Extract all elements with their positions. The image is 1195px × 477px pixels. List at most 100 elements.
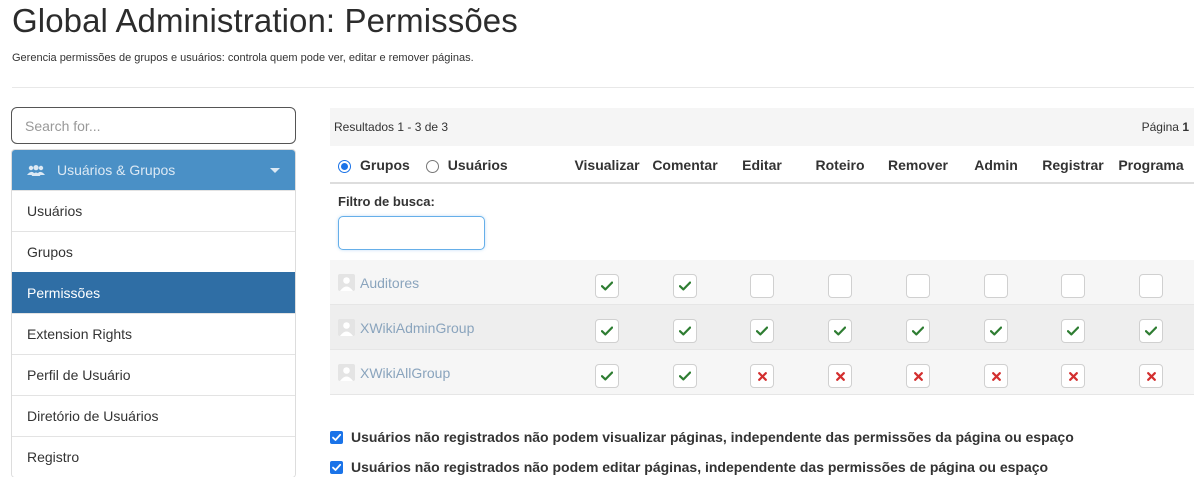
- right-toggle-programa[interactable]: [1139, 364, 1163, 388]
- cross-icon: [1146, 371, 1156, 381]
- right-toggle-editar[interactable]: [750, 319, 774, 343]
- group-name-text: Auditores: [360, 274, 420, 291]
- cross-icon: [835, 371, 845, 381]
- check-icon: [756, 326, 768, 336]
- group-name-text: XWikiAllGroup: [360, 364, 451, 381]
- right-toggle-roteiro[interactable]: [828, 364, 852, 388]
- table-row: XWikiAdminGroup: [330, 305, 1194, 350]
- right-toggle-admin[interactable]: [984, 274, 1008, 298]
- check-icon: [601, 371, 613, 381]
- right-toggle-registrar[interactable]: [1061, 274, 1085, 298]
- filter-input[interactable]: [338, 216, 485, 250]
- sidebar-item-grupos[interactable]: Grupos: [12, 231, 295, 272]
- radio-groups[interactable]: [338, 159, 351, 173]
- page-title: Global Administration: Permissões: [12, 2, 518, 39]
- table-row: XWikiAllGroup: [330, 350, 1194, 395]
- column-header: Visualizar: [574, 157, 640, 173]
- right-toggle-registrar[interactable]: [1061, 319, 1085, 343]
- pagination: Página 1: [1142, 120, 1189, 134]
- option-label: Usuários não registrados não podem edita…: [351, 459, 1049, 475]
- chevron-down-icon: [270, 168, 280, 173]
- check-icon: [834, 326, 846, 336]
- check-icon: [601, 281, 613, 291]
- sidebar-item-perfil-de-usu-rio[interactable]: Perfil de Usuário: [12, 354, 295, 395]
- group-name[interactable]: Auditores: [338, 274, 419, 291]
- filter-label: Filtro de busca:: [338, 194, 435, 209]
- right-toggle-remover[interactable]: [906, 274, 930, 298]
- right-toggle-visualizar[interactable]: [595, 319, 619, 343]
- global-options: Usuários não registrados não podem visua…: [330, 422, 1074, 477]
- option-label: Usuários não registrados não podem visua…: [351, 429, 1074, 445]
- menu-section-label: Usuários & Grupos: [57, 162, 176, 178]
- right-toggle-comentar[interactable]: [673, 319, 697, 343]
- column-header: Registrar: [1042, 157, 1104, 173]
- check-icon: [601, 326, 613, 336]
- right-toggle-comentar[interactable]: [673, 274, 697, 298]
- table-header: Grupos Usuários Visualizar Comentar Editar…: [330, 146, 1194, 184]
- sidebar-item-diret-rio-de-usu-rios[interactable]: Diretório de Usuários: [12, 395, 295, 436]
- page-number[interactable]: 1: [1182, 120, 1189, 134]
- check-icon: [990, 326, 1002, 336]
- menu-section-users-groups[interactable]: Usuários & Grupos: [12, 150, 295, 190]
- check-icon: [1067, 326, 1079, 336]
- column-header: Comentar: [652, 157, 718, 173]
- search-input[interactable]: [11, 107, 296, 144]
- right-toggle-programa[interactable]: [1139, 319, 1163, 343]
- group-name[interactable]: XWikiAdminGroup: [338, 319, 474, 336]
- radio-groups-label: Grupos: [360, 157, 410, 173]
- sidebar: Usuários & Grupos UsuáriosGruposPermissõ…: [11, 107, 296, 477]
- divider: [12, 87, 1194, 88]
- sidebar-item-extension-rights[interactable]: Extension Rights: [12, 313, 295, 354]
- right-toggle-editar[interactable]: [750, 364, 774, 388]
- column-header: Editar: [742, 157, 782, 173]
- right-toggle-remover[interactable]: [906, 319, 930, 343]
- check-icon: [1145, 326, 1157, 336]
- right-toggle-roteiro[interactable]: [828, 319, 852, 343]
- right-toggle-comentar[interactable]: [673, 364, 697, 388]
- group-avatar-icon: [338, 364, 355, 381]
- sidebar-item-permiss-es[interactable]: Permissões: [12, 272, 295, 313]
- radio-users[interactable]: [425, 159, 439, 173]
- admin-menu: Usuários & Grupos Usuários Grupos Permissõ…: [11, 149, 296, 477]
- column-header: Programa: [1118, 157, 1184, 173]
- results-count: Resultados 1 - 3 de 3: [334, 120, 449, 134]
- option-checkbox[interactable]: [330, 430, 343, 444]
- group-name[interactable]: XWikiAllGroup: [338, 364, 450, 381]
- right-toggle-remover[interactable]: [906, 364, 930, 388]
- right-toggle-visualizar[interactable]: [595, 274, 619, 298]
- right-toggle-roteiro[interactable]: [828, 274, 852, 298]
- right-toggle-editar[interactable]: [750, 274, 774, 298]
- right-toggle-registrar[interactable]: [1061, 364, 1085, 388]
- sidebar-item-registro[interactable]: Registro: [12, 436, 295, 477]
- column-header: Remover: [888, 157, 948, 173]
- right-toggle-admin[interactable]: [984, 319, 1008, 343]
- column-header: Admin: [974, 157, 1018, 173]
- check-icon: [912, 326, 924, 336]
- scope-selector: Grupos Usuários: [338, 157, 524, 173]
- table-row: Auditores: [330, 260, 1194, 305]
- cross-icon: [991, 371, 1001, 381]
- group-name-text: XWikiAdminGroup: [360, 319, 475, 336]
- group-avatar-icon: [338, 274, 355, 291]
- filter-area: Filtro de busca:: [330, 184, 1194, 260]
- check-icon: [679, 281, 691, 291]
- right-toggle-programa[interactable]: [1139, 274, 1163, 298]
- global-option: Usuários não registrados não podem edita…: [330, 452, 1074, 477]
- page-label: Página: [1141, 120, 1179, 134]
- page-description: Gerencia permissões de grupos e usuários…: [12, 52, 474, 64]
- cross-icon: [757, 371, 767, 381]
- right-toggle-visualizar[interactable]: [595, 364, 619, 388]
- radio-users-label: Usuários: [447, 157, 508, 173]
- users-icon: [27, 164, 47, 176]
- global-option: Usuários não registrados não podem visua…: [330, 422, 1074, 452]
- right-toggle-admin[interactable]: [984, 364, 1008, 388]
- column-header: Roteiro: [815, 157, 865, 173]
- group-avatar-icon: [338, 319, 355, 336]
- results-bar: Resultados 1 - 3 de 3 Página 1: [330, 108, 1194, 146]
- check-icon: [679, 371, 691, 381]
- check-icon: [679, 326, 691, 336]
- option-checkbox[interactable]: [330, 460, 343, 474]
- sidebar-item-usu-rios[interactable]: Usuários: [12, 190, 295, 231]
- cross-icon: [1068, 371, 1078, 381]
- cross-icon: [913, 371, 923, 381]
